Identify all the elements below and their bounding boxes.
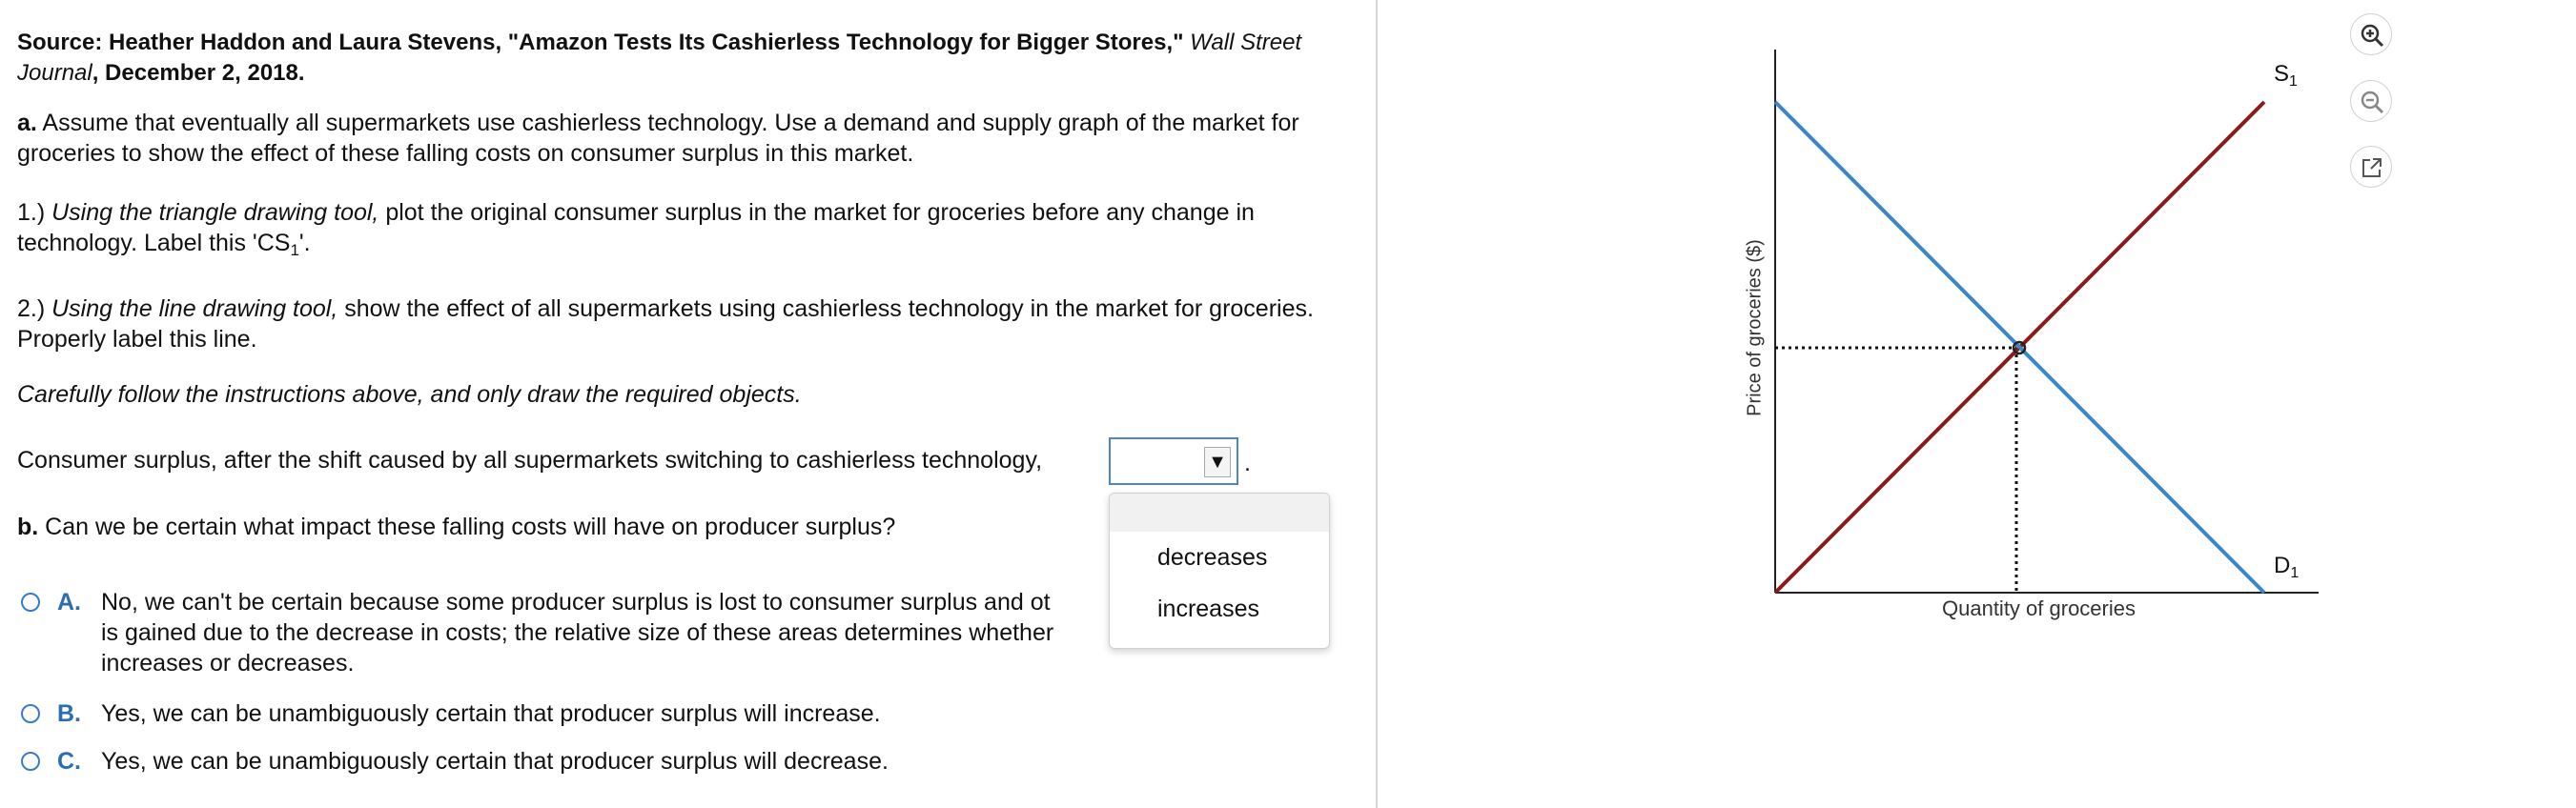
option-text: Yes, we can be unambiguously certain tha… <box>101 700 881 727</box>
y-axis-label: Price of groceries ($) <box>1744 239 1766 416</box>
x-axis-label: Quantity of groceries <box>1942 596 2136 620</box>
consumer-surplus-select[interactable]: ▼ <box>1109 437 1238 485</box>
source-citation: Source: Heather Haddon and Laura Stevens… <box>17 30 1302 86</box>
popout-button[interactable] <box>2350 146 2392 188</box>
dropdown-option-increases[interactable]: increases <box>1110 583 1329 635</box>
question-panel: Source: Heather Haddon and Laura Stevens… <box>0 0 1376 808</box>
panel-divider <box>1376 0 1378 808</box>
radio-button-b[interactable] <box>21 704 40 723</box>
radio-button-c[interactable] <box>21 752 40 771</box>
instruction-step-1: 1.) Using the triangle drawing tool, plo… <box>17 199 1255 259</box>
careful-instruction: Carefully follow the instructions above,… <box>17 381 802 408</box>
dropdown-empty-option[interactable] <box>1110 494 1329 532</box>
part-b-prompt: b. Can we be certain what impact these f… <box>17 514 896 540</box>
supply-demand-graph[interactable] <box>1735 29 2345 610</box>
option-letter: A. <box>57 589 81 616</box>
select-dropdown-menu: decreases increases <box>1109 493 1330 649</box>
option-text: Yes, we can be unambiguously certain tha… <box>101 748 889 775</box>
option-letter: C. <box>57 748 81 775</box>
instruction-step-2: 2.) Using the line drawing tool, show th… <box>17 295 1314 353</box>
zoom-in-button[interactable] <box>2350 13 2392 55</box>
popout-icon <box>2362 158 2382 177</box>
part-a-prompt: a. Assume that eventually all supermarke… <box>17 110 1299 167</box>
radio-button-a[interactable] <box>21 593 40 612</box>
sentence-period: . <box>1244 450 1251 476</box>
dropdown-option-decreases[interactable]: decreases <box>1110 532 1329 583</box>
chevron-down-icon[interactable]: ▼ <box>1204 447 1231 477</box>
option-text: No, we can't be certain because some pro… <box>101 589 1054 677</box>
zoom-out-icon <box>2361 91 2384 114</box>
zoom-in-icon <box>2361 24 2384 48</box>
zoom-out-button[interactable] <box>2350 80 2392 122</box>
supply-curve-label: S1 <box>2274 61 2298 90</box>
demand-curve-label: D1 <box>2274 553 2300 581</box>
consumer-surplus-question: Consumer surplus, after the shift caused… <box>17 447 1043 474</box>
option-letter: B. <box>57 700 81 727</box>
